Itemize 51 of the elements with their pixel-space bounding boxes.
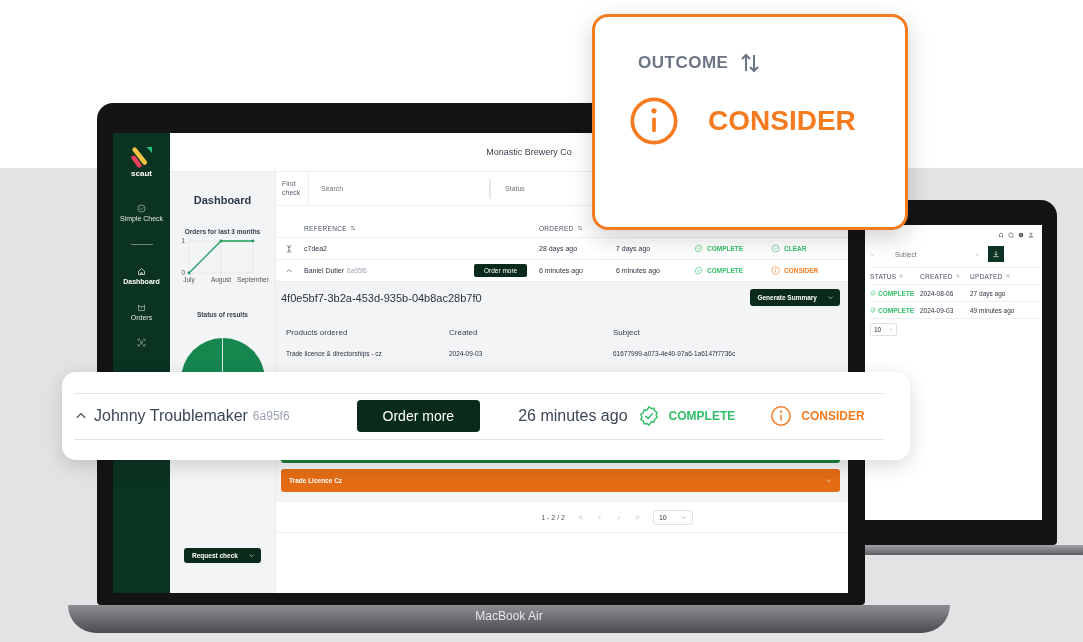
logo-icon [130, 146, 153, 168]
badge-check-icon [637, 405, 660, 427]
data-point [251, 239, 254, 243]
chevron-right-icon [614, 513, 622, 521]
laptop-label: MacBook Air [475, 609, 543, 623]
badge-check-icon [694, 244, 703, 253]
globe-icon [1018, 232, 1024, 238]
info-icon [628, 95, 680, 147]
bell-icon [998, 232, 1004, 238]
reference-id: 6a95f6 [252, 409, 290, 423]
badge-check-icon [870, 307, 876, 313]
column-header: Subject [613, 328, 641, 339]
chevron-down-icon [870, 251, 875, 257]
data-point [187, 271, 190, 275]
info-icon [771, 266, 780, 275]
user-icon [1028, 232, 1034, 238]
chevron-left-icon [595, 513, 603, 521]
outcome-label: CONSIDER [708, 105, 856, 137]
badge-check-icon [694, 266, 703, 275]
ordered-time: 26 minutes ago [518, 407, 628, 425]
sort-icon [349, 225, 356, 231]
info-icon [770, 405, 793, 427]
chevron-down-icon [827, 294, 834, 301]
status-label: COMPLETE [668, 409, 736, 423]
data-point [219, 239, 222, 243]
company-name: Monastic Brewery Co [486, 147, 572, 157]
dashboard-title: Dashboard [193, 194, 252, 206]
sort-icon [576, 225, 583, 231]
chevron-down-icon [888, 327, 894, 332]
chevron-down-icon [975, 251, 980, 257]
column-header: Products ordered [286, 328, 349, 339]
double-chevron-left-icon [576, 513, 584, 521]
check-circle-icon [771, 244, 780, 253]
chat-icon [1008, 232, 1014, 238]
person-frame-icon [137, 338, 146, 348]
check-circle-icon [137, 204, 146, 213]
basket-icon [137, 302, 146, 312]
logo-text: scaut [131, 169, 152, 178]
order-more-button[interactable]: Order more [356, 400, 481, 432]
column-header[interactable]: OUTCOME [638, 53, 729, 73]
subject-name: Johnny Troublemaker [94, 407, 248, 425]
outcome-label: CONSIDER [801, 409, 865, 423]
chevron-down-icon [825, 477, 832, 484]
home-icon [137, 266, 146, 276]
download-button[interactable] [988, 246, 1004, 262]
check-id: 4f0e5bf7-3b2a-453d-935b-04b8ac28b7f0 [281, 291, 482, 304]
badge-check-icon [870, 290, 876, 296]
column-header: Created [449, 328, 479, 339]
double-chevron-right-icon [633, 513, 641, 521]
download-icon [992, 250, 1000, 258]
chevron-down-icon [247, 552, 255, 559]
